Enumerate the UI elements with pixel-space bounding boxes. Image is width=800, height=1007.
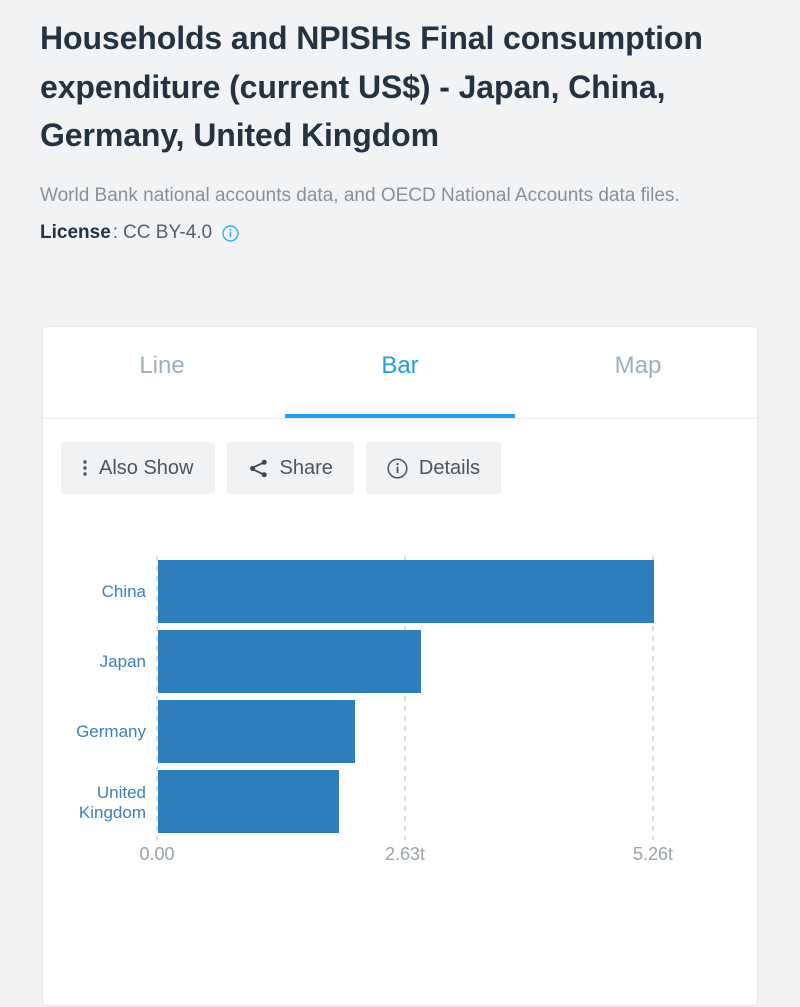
- source-note: World Bank national accounts data, and O…: [40, 184, 680, 206]
- tab-map-label: Map: [614, 352, 662, 379]
- page-title: Households and NPISHs Final consumption …: [40, 20, 703, 154]
- details-label: Details: [418, 456, 481, 479]
- header: Households and NPISHs Final consumption …: [0, 0, 800, 247]
- license-label: License: [40, 221, 111, 243]
- tab-bar-label: Bar: [381, 352, 419, 379]
- share-button[interactable]: Share: [226, 442, 354, 494]
- tab-line-label: Line: [139, 352, 185, 379]
- chart-toolbar: Also Show Share Details: [43, 419, 757, 494]
- license-line: License : CC BY-4.0: [40, 220, 760, 247]
- chart-axis-ticks: 0.00 2.63t 5.26t: [139, 844, 673, 864]
- share-nodes-icon: [248, 458, 269, 479]
- bar-chart[interactable]: China Japan Germany United Kingdom 0.00 …: [43, 548, 757, 868]
- also-show-button[interactable]: Also Show: [61, 442, 215, 494]
- chart-bars: [158, 560, 654, 833]
- bar-germany: [158, 700, 355, 763]
- bar-chart-svg: China Japan Germany United Kingdom 0.00 …: [76, 556, 673, 864]
- bar-japan: [158, 630, 421, 693]
- category-label-japan: Japan: [100, 652, 146, 671]
- tab-line[interactable]: Line: [43, 327, 281, 418]
- xtick-label-0: 0.00: [139, 844, 174, 864]
- bar-united-kingdom: [158, 770, 339, 833]
- vertical-dots-icon: [82, 458, 88, 478]
- category-label-united-kingdom-line1: United: [97, 783, 146, 802]
- license-value: CC BY-4.0: [123, 221, 213, 243]
- chart-view-tabs: Line Bar Map: [43, 327, 757, 419]
- category-label-germany: Germany: [76, 722, 146, 741]
- bar-china: [158, 560, 654, 623]
- tab-map[interactable]: Map: [519, 327, 757, 418]
- xtick-label-2: 5.26t: [633, 844, 673, 864]
- category-label-china: China: [102, 582, 147, 601]
- also-show-label: Also Show: [99, 456, 194, 479]
- page-root: Households and NPISHs Final consumption …: [0, 0, 800, 1007]
- chart-category-labels: China Japan Germany United Kingdom: [76, 582, 146, 822]
- category-label-united-kingdom-line2: Kingdom: [79, 803, 146, 822]
- license-separator: :: [112, 221, 119, 243]
- details-button[interactable]: Details: [365, 442, 502, 494]
- xtick-label-1: 2.63t: [385, 844, 425, 864]
- chart-card: Line Bar Map Also Show Share Details Chi…: [42, 326, 758, 1006]
- tab-bar[interactable]: Bar: [281, 327, 519, 418]
- share-label: Share: [279, 456, 333, 479]
- info-circle-icon[interactable]: [222, 225, 239, 242]
- info-circle-icon: [387, 457, 408, 479]
